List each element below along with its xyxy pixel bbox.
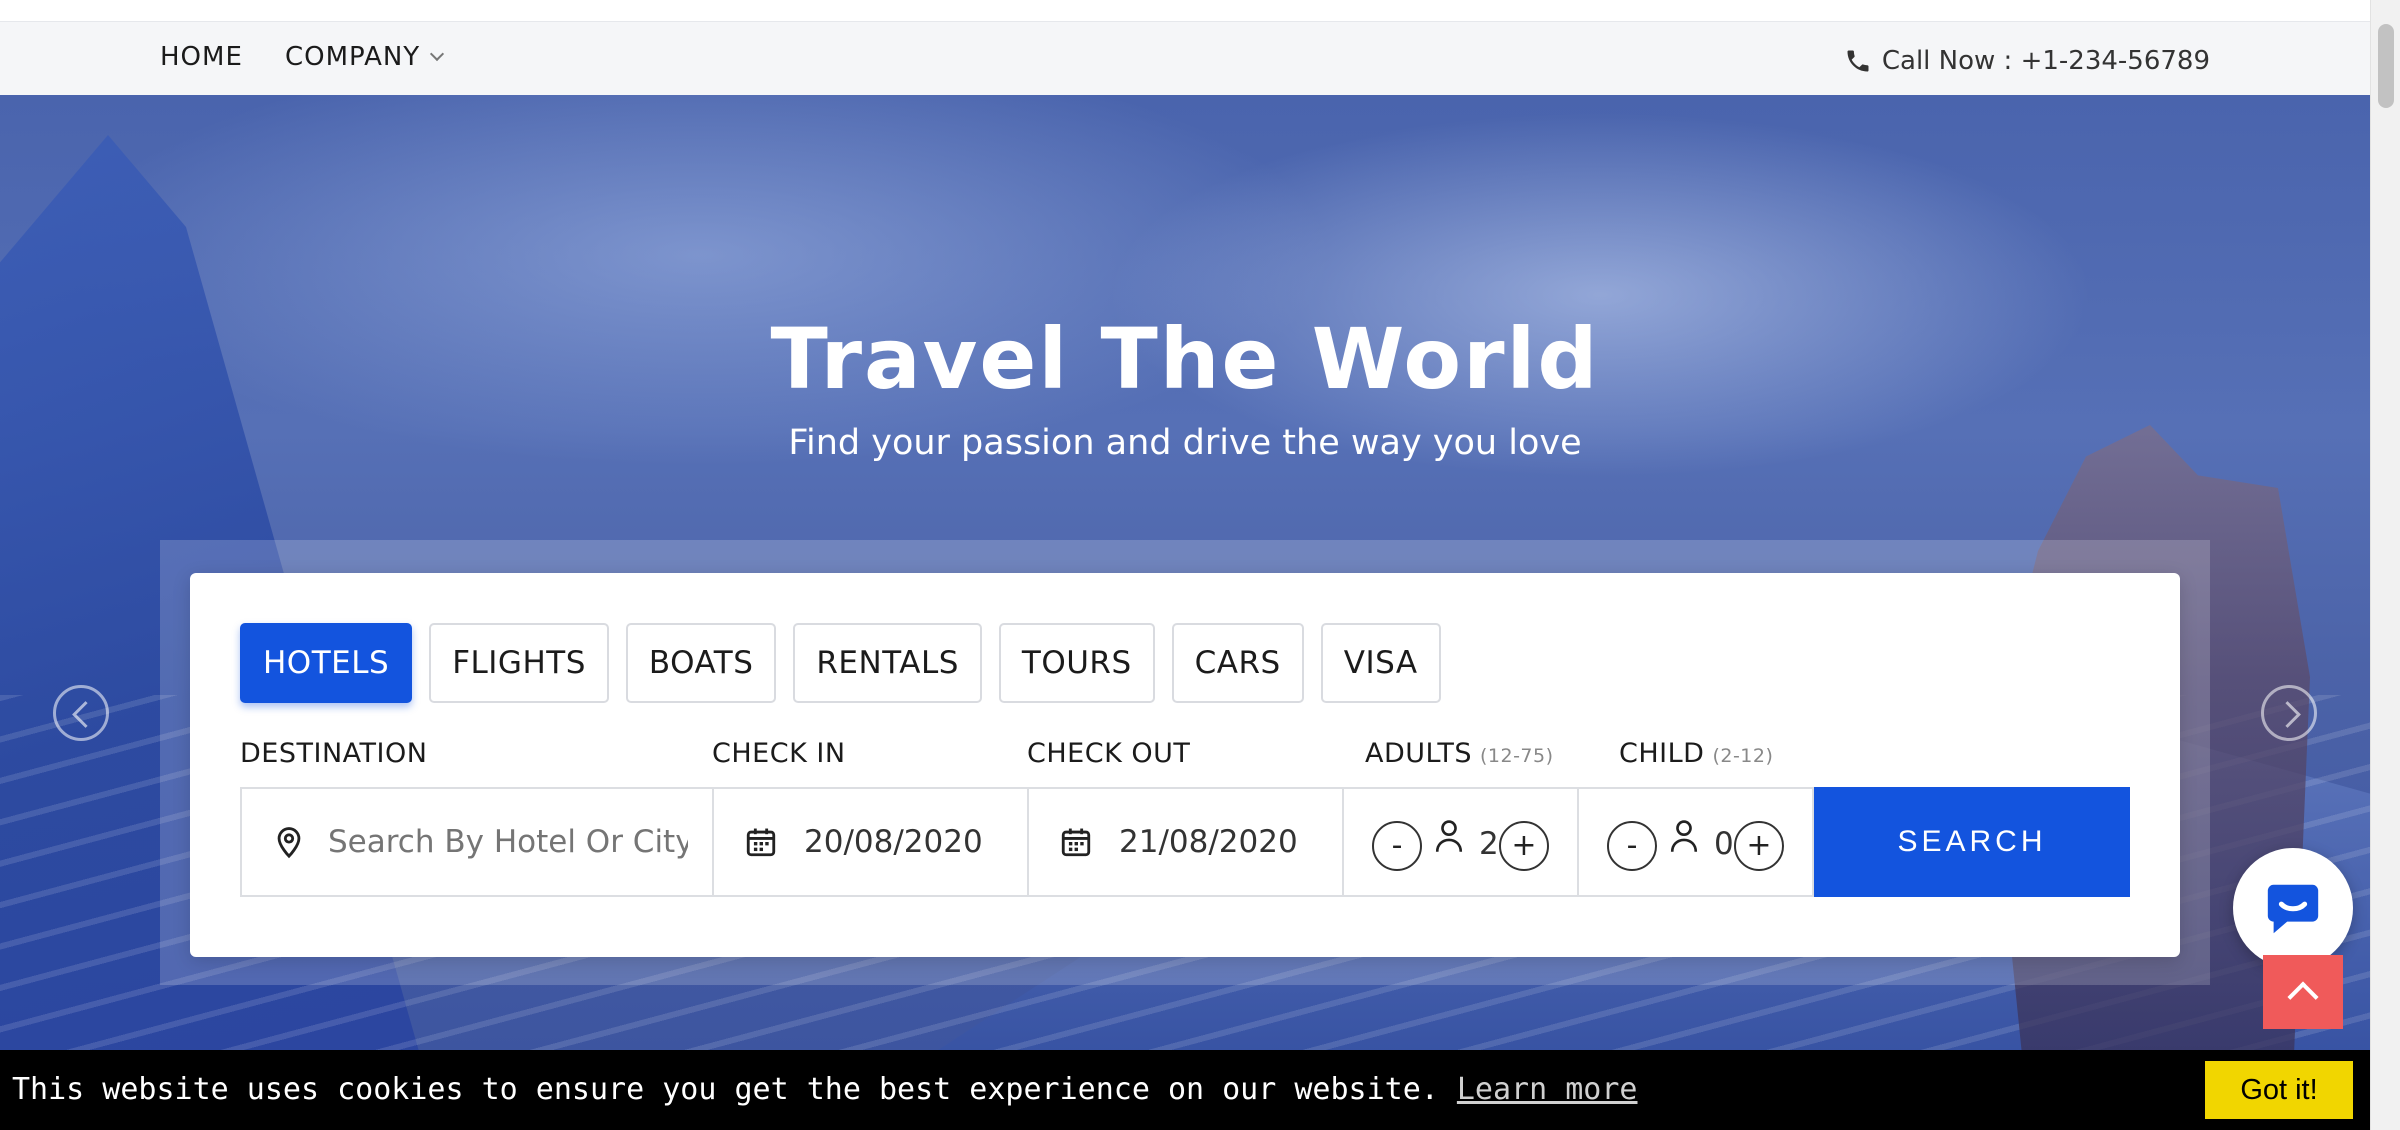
adults-stepper: - 2 +: [1342, 787, 1579, 897]
check-in-value: 20/08/2020: [804, 824, 983, 860]
cookie-learn-more-link[interactable]: Learn more: [1457, 1072, 1638, 1107]
child-stepper: - 0 +: [1577, 787, 1814, 897]
check-out-field[interactable]: 21/08/2020: [1027, 787, 1344, 897]
check-out-value: 21/08/2020: [1119, 824, 1298, 860]
adults-label: ADULTS (12-75): [1365, 738, 1554, 769]
phone-icon: [1847, 50, 1869, 72]
search-panel: HOTELS FLIGHTS BOATS RENTALS TOURS CARS …: [190, 573, 2180, 957]
search-tabs: HOTELS FLIGHTS BOATS RENTALS TOURS CARS …: [240, 623, 1441, 703]
tab-visa[interactable]: VISA: [1320, 623, 1441, 703]
child-plus-button[interactable]: +: [1734, 821, 1784, 871]
chat-bubble-icon: [2267, 884, 2319, 934]
person-icon: [1670, 820, 1698, 852]
calendar-icon: [746, 828, 776, 857]
scroll-to-top-button[interactable]: [2263, 955, 2343, 1029]
check-in-field[interactable]: 20/08/2020: [712, 787, 1029, 897]
adults-range: (12-75): [1479, 745, 1554, 767]
adults-count: 2: [1479, 826, 1499, 862]
nav-company-dropdown[interactable]: COMPANY: [285, 42, 445, 72]
slider-next-arrow-icon[interactable]: [2261, 685, 2317, 741]
child-minus-button[interactable]: -: [1607, 821, 1657, 871]
call-now[interactable]: Call Now : +1-234-56789: [1844, 46, 2210, 76]
child-range: (2-12): [1712, 745, 1774, 767]
check-out-label: CHECK OUT: [1027, 738, 1191, 769]
destination-input[interactable]: [328, 824, 688, 860]
cookie-message: This website uses cookies to ensure you …: [12, 1072, 1638, 1107]
adults-minus-button[interactable]: -: [1372, 821, 1422, 871]
child-label: CHILD (2-12): [1619, 738, 1773, 769]
hero-title: Travel The World: [770, 310, 1600, 408]
slider-prev-arrow-icon[interactable]: [53, 685, 109, 741]
hero-subtitle: Find your passion and drive the way you …: [788, 423, 1582, 463]
check-in-label: CHECK IN: [712, 738, 846, 769]
tab-boats[interactable]: BOATS: [625, 623, 777, 703]
phone-text: Call Now : +1-234-56789: [1881, 46, 2210, 76]
tab-tours[interactable]: TOURS: [998, 623, 1155, 703]
chat-widget-button[interactable]: [2233, 848, 2353, 968]
cookie-accept-button[interactable]: Got it!: [2205, 1061, 2353, 1119]
chevron-down-icon: [430, 46, 445, 62]
person-icon: [1435, 820, 1463, 852]
tab-rentals[interactable]: RENTALS: [793, 623, 982, 703]
adults-plus-button[interactable]: +: [1499, 821, 1549, 871]
destination-field[interactable]: [240, 787, 714, 897]
scrollbar-thumb[interactable]: [2378, 24, 2394, 108]
nav-company-label: COMPANY: [285, 42, 421, 72]
cookie-message-text: This website uses cookies to ensure you …: [12, 1072, 1439, 1107]
location-pin-icon: [277, 827, 301, 859]
tab-hotels[interactable]: HOTELS: [240, 623, 413, 703]
adults-label-text: ADULTS: [1365, 738, 1472, 769]
navbar: HOME COMPANY Call Now : +1-234-56789: [0, 22, 2370, 95]
destination-label: DESTINATION: [240, 738, 428, 769]
page-scrollbar[interactable]: [2370, 0, 2400, 1130]
nav-home-link[interactable]: HOME: [160, 42, 243, 72]
child-count: 0: [1714, 826, 1734, 862]
top-strip: [0, 0, 2370, 22]
tab-cars[interactable]: CARS: [1171, 623, 1304, 703]
cookie-banner: This website uses cookies to ensure you …: [0, 1050, 2370, 1130]
search-button[interactable]: SEARCH: [1814, 787, 2130, 897]
tab-flights[interactable]: FLIGHTS: [429, 623, 609, 703]
child-label-text: CHILD: [1619, 738, 1705, 769]
calendar-icon: [1061, 828, 1091, 857]
